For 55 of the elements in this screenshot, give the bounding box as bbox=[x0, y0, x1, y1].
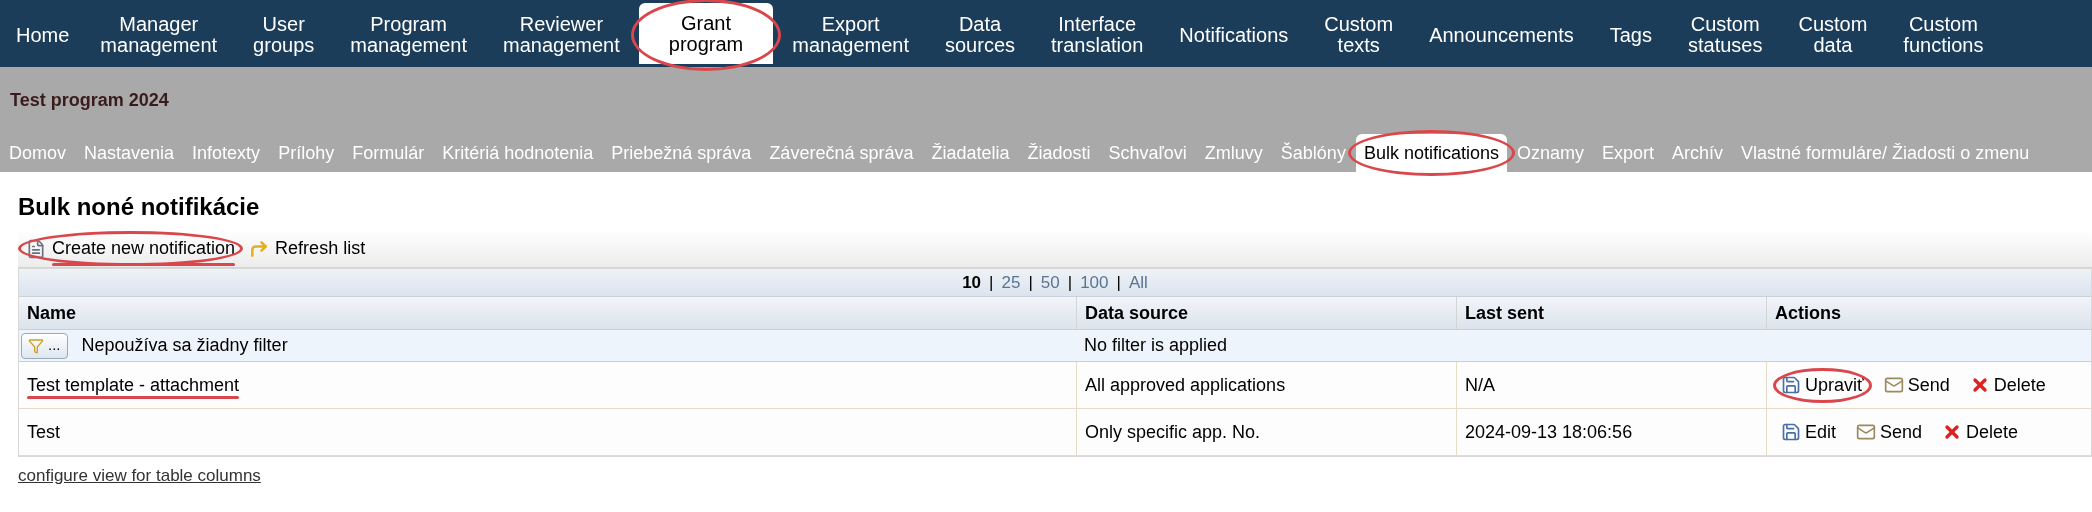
nav-tab[interactable]: Interface translation bbox=[1034, 6, 1161, 64]
page-heading: Bulk noné notifikácie bbox=[18, 192, 261, 222]
delete-button[interactable]: Delete bbox=[1969, 371, 2046, 399]
pager-separator: | bbox=[989, 271, 994, 294]
pager-separator: | bbox=[1028, 271, 1033, 294]
page-size-link[interactable]: 50 bbox=[1040, 269, 1060, 296]
nav-tab[interactable]: Announcements bbox=[1412, 6, 1591, 64]
table-cell: Test bbox=[27, 421, 60, 442]
nav-tab[interactable]: User groups bbox=[236, 6, 332, 64]
send-button[interactable]: Send bbox=[1856, 418, 1923, 446]
filter-label: Nepoužíva sa žiadny filter bbox=[81, 334, 288, 357]
nav-tab[interactable]: Data sources bbox=[928, 6, 1033, 64]
page-size-link[interactable]: 25 bbox=[1001, 269, 1021, 296]
create-button[interactable]: Create new notification bbox=[26, 235, 236, 262]
sub-tab[interactable]: Bulk notifications bbox=[1355, 134, 1507, 172]
column-header: Data source bbox=[1076, 297, 1456, 329]
edit-button[interactable]: Edit bbox=[1781, 418, 1837, 446]
send-button[interactable]: Send bbox=[1883, 371, 1950, 399]
table-cell: N/A bbox=[1456, 362, 1766, 408]
nav-tab[interactable]: Home bbox=[4, 6, 82, 64]
nav-tab[interactable]: Grant program bbox=[638, 3, 774, 64]
table-cell: Test template - attachment bbox=[27, 374, 240, 395]
nav-tab[interactable]: Tags bbox=[1592, 6, 1669, 64]
arrow-icon bbox=[249, 238, 270, 259]
envelope-icon bbox=[1856, 422, 1877, 442]
nav-tab[interactable]: Custom statuses bbox=[1670, 6, 1780, 64]
pager-separator: | bbox=[1067, 271, 1073, 294]
table-cell: 2024-09-13 18:06:56 bbox=[1456, 409, 1766, 455]
envelope-icon bbox=[1883, 375, 1904, 395]
table-cell: All approved applications bbox=[1076, 362, 1456, 408]
document-icon bbox=[26, 238, 46, 259]
filter-icon bbox=[28, 337, 44, 354]
page-size-link[interactable]: 100 bbox=[1080, 269, 1109, 296]
nav-tab[interactable]: Reviewer management bbox=[486, 6, 637, 64]
program-title: Test program 2024 bbox=[9, 89, 170, 112]
nav-tab[interactable]: Export management bbox=[775, 6, 926, 64]
nav-tab[interactable]: Manager management bbox=[83, 6, 235, 64]
configure-columns-link[interactable]: configure view for table columns bbox=[18, 463, 261, 489]
nav-tab[interactable]: Custom data bbox=[1781, 6, 1885, 64]
page-size-link[interactable]: All bbox=[1128, 269, 1148, 296]
filter-button[interactable]: ... bbox=[21, 332, 68, 359]
nav-tab[interactable]: Notifications bbox=[1162, 6, 1306, 64]
page-size-link[interactable]: 10 bbox=[962, 269, 982, 296]
column-header: Last sent bbox=[1456, 297, 1766, 329]
table-cell-text: No filter is applied bbox=[1083, 334, 1229, 357]
nav-tab[interactable]: Program management bbox=[333, 6, 484, 64]
delete-button[interactable]: Delete bbox=[1942, 418, 2019, 446]
nav-tab[interactable]: Custom functions bbox=[1886, 6, 2001, 64]
column-header: Name bbox=[26, 301, 78, 325]
edit-button[interactable]: Upraviť bbox=[1781, 371, 1864, 399]
table-cell: Only specific app. No. bbox=[1076, 409, 1456, 455]
nav-tab[interactable]: Custom texts bbox=[1307, 6, 1411, 64]
column-header: Actions bbox=[1766, 297, 2091, 329]
refresh-button[interactable]: Refresh list bbox=[249, 235, 366, 262]
pager-separator: | bbox=[1116, 271, 1121, 294]
